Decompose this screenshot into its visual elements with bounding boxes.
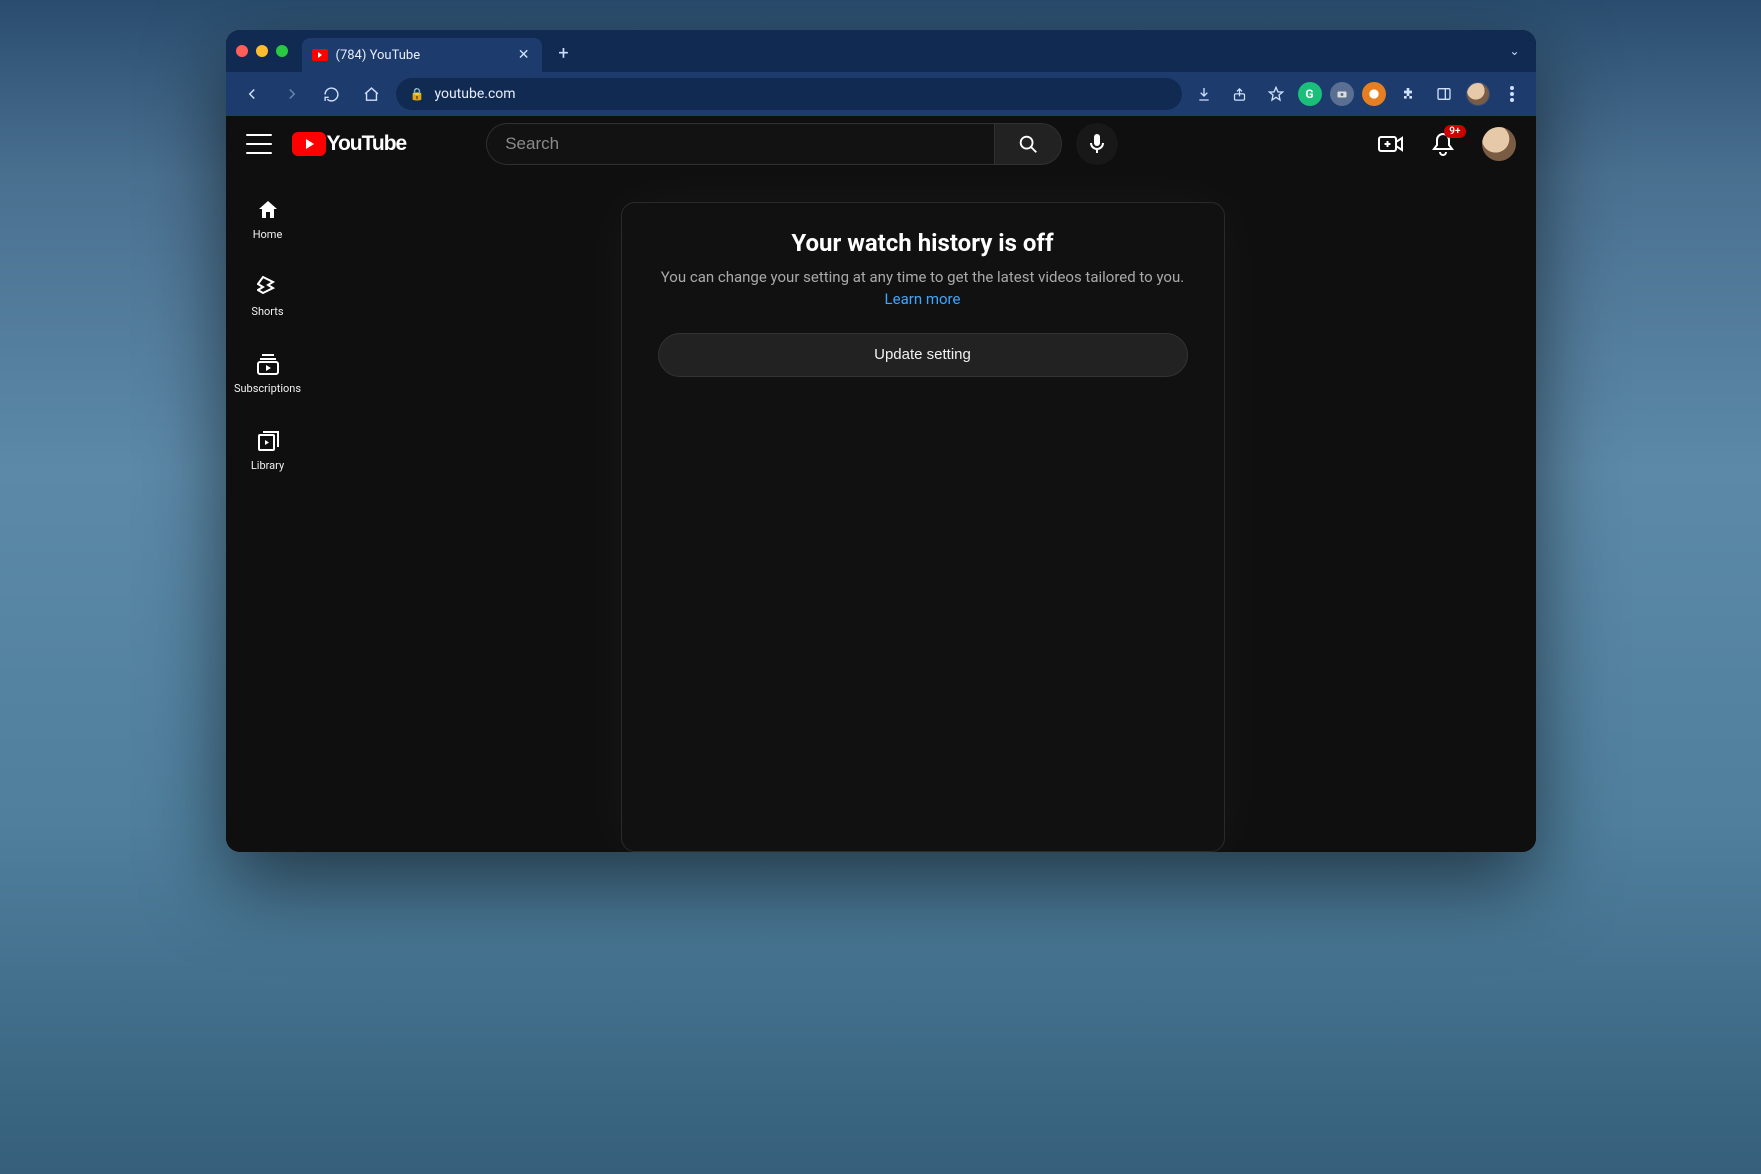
card-body-text: You can change your setting at any time … [661,268,1184,286]
new-tab-button[interactable]: + [550,39,578,67]
watch-history-off-card: Your watch history is off You can change… [621,202,1225,852]
search-form [486,123,1118,165]
sidebar-item-home[interactable]: Home [226,184,310,255]
search-box[interactable] [486,123,994,165]
extension-camera-icon[interactable] [1330,82,1354,106]
microphone-icon [1089,134,1105,154]
home-button[interactable] [356,78,388,110]
browser-tab[interactable]: (784) YouTube ✕ [302,38,542,72]
home-icon [256,198,280,222]
youtube-favicon-icon [312,49,328,61]
url-text: youtube.com [434,86,515,102]
address-bar[interactable]: 🔒 youtube.com [396,78,1182,110]
youtube-logo[interactable]: YouTube [292,132,407,156]
window-close-button[interactable] [236,45,248,57]
toolbar-actions: G [1190,80,1526,108]
reload-button[interactable] [316,78,348,110]
guide-menu-button[interactable] [246,134,272,154]
youtube-logo-text: YouTube [327,132,407,156]
sidebar-item-label: Subscriptions [234,382,301,395]
extension-reddit-icon[interactable] [1362,82,1386,106]
tab-strip: (784) YouTube ✕ + ⌄ [226,30,1536,72]
chrome-profile-avatar[interactable] [1466,82,1490,106]
extension-grammarly-icon[interactable]: G [1298,82,1322,106]
create-video-icon [1378,134,1404,154]
window-controls [236,45,288,57]
notifications-button[interactable]: 9+ [1430,131,1456,157]
tab-overflow-button[interactable]: ⌄ [1503,40,1525,62]
tab-close-button[interactable]: ✕ [518,47,530,63]
chrome-menu-button[interactable] [1498,80,1526,108]
card-title: Your watch history is off [658,229,1188,257]
back-button[interactable] [236,78,268,110]
card-body: You can change your setting at any time … [658,267,1188,311]
search-icon [1017,133,1039,155]
account-avatar[interactable] [1482,127,1516,161]
sidepanel-button[interactable] [1430,80,1458,108]
library-icon [256,429,280,453]
browser-window: (784) YouTube ✕ + ⌄ 🔒 youtube.com G [226,30,1536,852]
content-area: Home Shorts Subscriptions Library Your w [226,172,1536,852]
window-minimize-button[interactable] [256,45,268,57]
bookmark-button[interactable] [1262,80,1290,108]
sidebar-item-shorts[interactable]: Shorts [226,261,310,332]
masthead-actions: 9+ [1378,127,1516,161]
share-button[interactable] [1226,80,1254,108]
window-zoom-button[interactable] [276,45,288,57]
voice-search-button[interactable] [1076,123,1118,165]
downloads-button[interactable] [1190,80,1218,108]
browser-toolbar: 🔒 youtube.com G [226,72,1536,116]
forward-button[interactable] [276,78,308,110]
masthead: YouTube 9+ [226,116,1536,172]
sidebar-item-label: Shorts [251,305,283,318]
main-content: Your watch history is off You can change… [310,172,1536,852]
create-button[interactable] [1378,131,1404,157]
notification-badge: 9+ [1444,125,1465,138]
tab-title: (784) YouTube [336,48,421,63]
sidebar-item-label: Home [253,228,283,241]
update-setting-button[interactable]: Update setting [658,333,1188,377]
extensions-button[interactable] [1394,80,1422,108]
sidebar-item-library[interactable]: Library [226,415,310,486]
shorts-icon [257,275,279,299]
youtube-app: YouTube 9+ [226,116,1536,852]
sidebar-item-subscriptions[interactable]: Subscriptions [226,338,310,409]
learn-more-link[interactable]: Learn more [885,290,961,308]
youtube-logo-icon [292,132,326,156]
mini-guide: Home Shorts Subscriptions Library [226,172,310,852]
lock-icon: 🔒 [410,87,425,101]
sidebar-item-label: Library [251,459,284,472]
subscriptions-icon [256,352,280,376]
search-input[interactable] [505,134,976,154]
search-button[interactable] [994,123,1062,165]
